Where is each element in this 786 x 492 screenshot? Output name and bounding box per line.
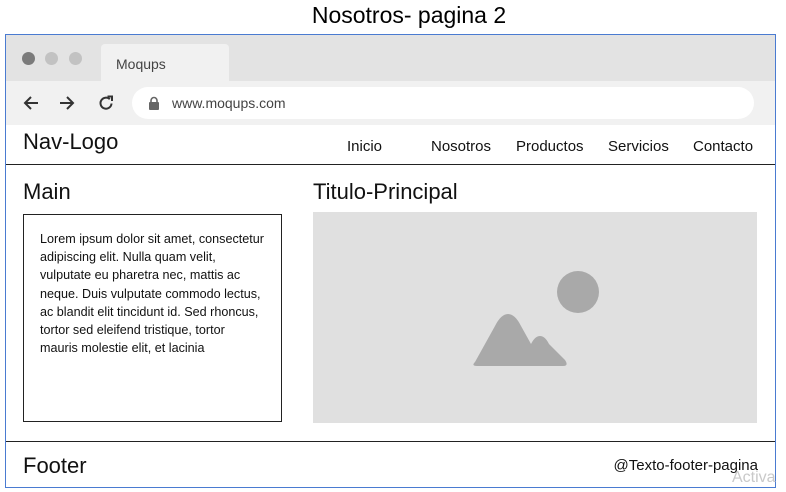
site-navbar: Nav-Logo Inicio Nosotros Productos Servi… [6,125,775,165]
window-maximize-dot[interactable] [69,52,82,65]
footer-label: Footer [23,453,87,478]
image-placeholder-icon [473,271,599,366]
nav-logo[interactable]: Nav-Logo [23,129,118,155]
address-text: www.moqups.com [172,95,286,111]
nav-link-nosotros[interactable]: Nosotros [431,138,491,155]
browser-window: Moqups www.moqups.com Nav-Logo Inicio No… [5,34,776,488]
forward-arrow-icon[interactable] [57,93,77,113]
activation-watermark: Activa [732,469,776,486]
window-minimize-dot[interactable] [45,52,58,65]
site-footer: Footer @Texto-footer-pagina [6,441,775,487]
back-arrow-icon[interactable] [21,93,41,113]
browser-tab-label: Moqups [116,56,166,72]
page-title: Nosotros- pagina 2 [311,2,507,28]
main-heading: Main [23,179,71,204]
main-title: Titulo-Principal [313,179,458,204]
tab-bar: Moqups [6,35,775,81]
browser-tab[interactable]: Moqups [101,44,229,81]
window-close-dot[interactable] [22,52,35,65]
reload-icon[interactable] [96,93,116,113]
image-placeholder [313,212,757,423]
url-bar: www.moqups.com [6,81,775,125]
nav-link-servicios[interactable]: Servicios [608,138,669,155]
nav-link-inicio[interactable]: Inicio [347,138,382,155]
main-text-box: Lorem ipsum dolor sit amet, consectetur … [23,214,282,422]
nav-link-productos[interactable]: Productos [516,138,584,155]
nav-link-contacto[interactable]: Contacto [693,138,753,155]
lock-icon [149,96,159,110]
address-field[interactable]: www.moqups.com [132,87,754,119]
